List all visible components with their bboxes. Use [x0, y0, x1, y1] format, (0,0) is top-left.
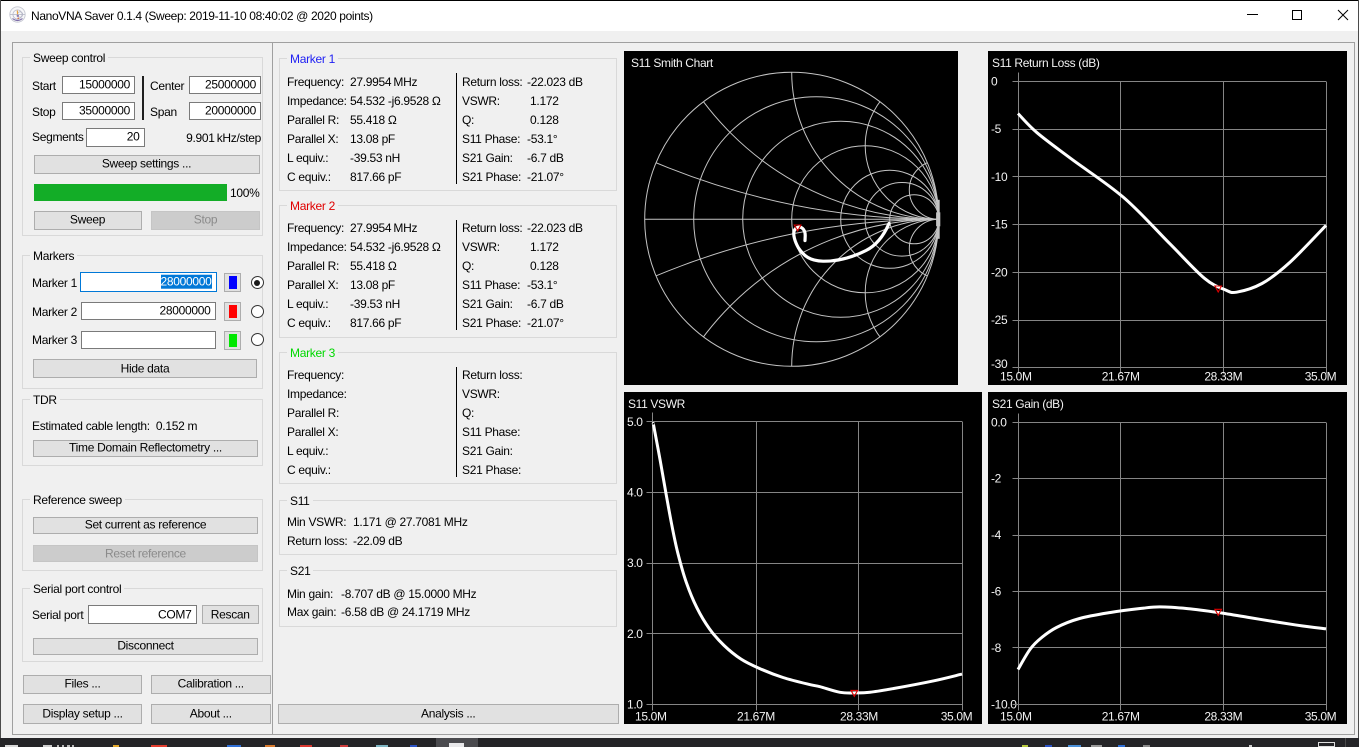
svg-text:21.67M: 21.67M	[1102, 370, 1140, 384]
svg-text:15.0M: 15.0M	[635, 710, 667, 724]
svg-text:-20: -20	[991, 266, 1008, 280]
svg-text:S11 Return Loss (dB): S11 Return Loss (dB)	[992, 56, 1100, 70]
svg-text:35.0M: 35.0M	[941, 710, 973, 724]
svg-text:21.67M: 21.67M	[737, 710, 775, 724]
svg-text:4.0: 4.0	[627, 486, 643, 500]
svg-text:-2: -2	[991, 472, 1002, 486]
svg-text:2.0: 2.0	[627, 627, 643, 641]
svg-text:5.0: 5.0	[627, 415, 643, 429]
svg-text:3.0: 3.0	[627, 556, 643, 570]
svg-text:S21 Gain (dB): S21 Gain (dB)	[992, 397, 1064, 411]
svg-text:-6: -6	[991, 585, 1002, 599]
svg-text:28.33M: 28.33M	[1204, 710, 1242, 724]
svg-text:-10: -10	[991, 170, 1008, 184]
svg-text:S11 Smith Chart: S11 Smith Chart	[631, 56, 714, 70]
svg-text:21.67M: 21.67M	[1102, 710, 1140, 724]
svg-text:15.0M: 15.0M	[1000, 710, 1032, 724]
svg-text:-8: -8	[991, 641, 1002, 655]
svg-text:-5: -5	[991, 122, 1002, 136]
svg-text:-15: -15	[991, 218, 1008, 232]
svg-text:-4: -4	[991, 528, 1002, 542]
svg-text:35.0M: 35.0M	[1305, 370, 1337, 384]
svg-text:0.0: 0.0	[991, 415, 1007, 429]
svg-text:0: 0	[991, 74, 998, 88]
svg-text:15.0M: 15.0M	[1000, 370, 1032, 384]
svg-text:S11 VSWR: S11 VSWR	[628, 397, 686, 411]
svg-text:28.33M: 28.33M	[840, 710, 878, 724]
svg-text:28.33M: 28.33M	[1204, 370, 1242, 384]
svg-text:35.0M: 35.0M	[1305, 710, 1337, 724]
svg-text:-25: -25	[991, 313, 1008, 327]
